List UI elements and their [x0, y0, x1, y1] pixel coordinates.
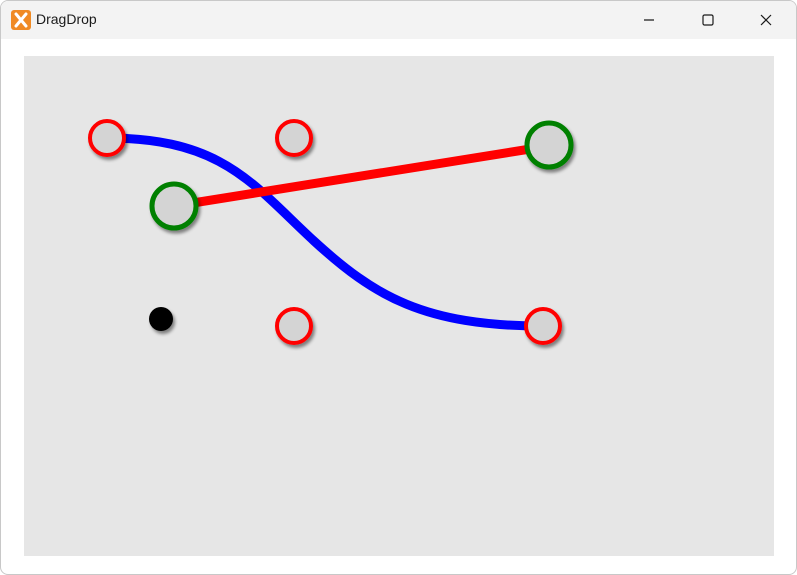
node[interactable] [524, 307, 562, 345]
minimize-icon [644, 19, 654, 21]
node[interactable] [275, 119, 313, 157]
drag-handle[interactable] [149, 307, 173, 331]
drawing-canvas[interactable] [24, 56, 774, 556]
close-button[interactable] [743, 1, 789, 39]
curve-connection[interactable] [102, 133, 548, 331]
connected-node[interactable] [524, 120, 574, 170]
close-icon [760, 14, 772, 26]
canvas-drawing [88, 119, 574, 345]
app-icon [11, 10, 31, 30]
node[interactable] [88, 119, 126, 157]
app-window: DragDrop [0, 0, 797, 575]
title-bar[interactable]: DragDrop [1, 1, 796, 39]
node[interactable] [275, 307, 313, 345]
maximize-icon [702, 14, 714, 26]
window-title: DragDrop [36, 11, 97, 27]
straight-connection[interactable] [169, 141, 554, 211]
connected-node[interactable] [149, 181, 199, 231]
minimize-button[interactable] [626, 1, 672, 39]
maximize-button[interactable] [685, 1, 731, 39]
